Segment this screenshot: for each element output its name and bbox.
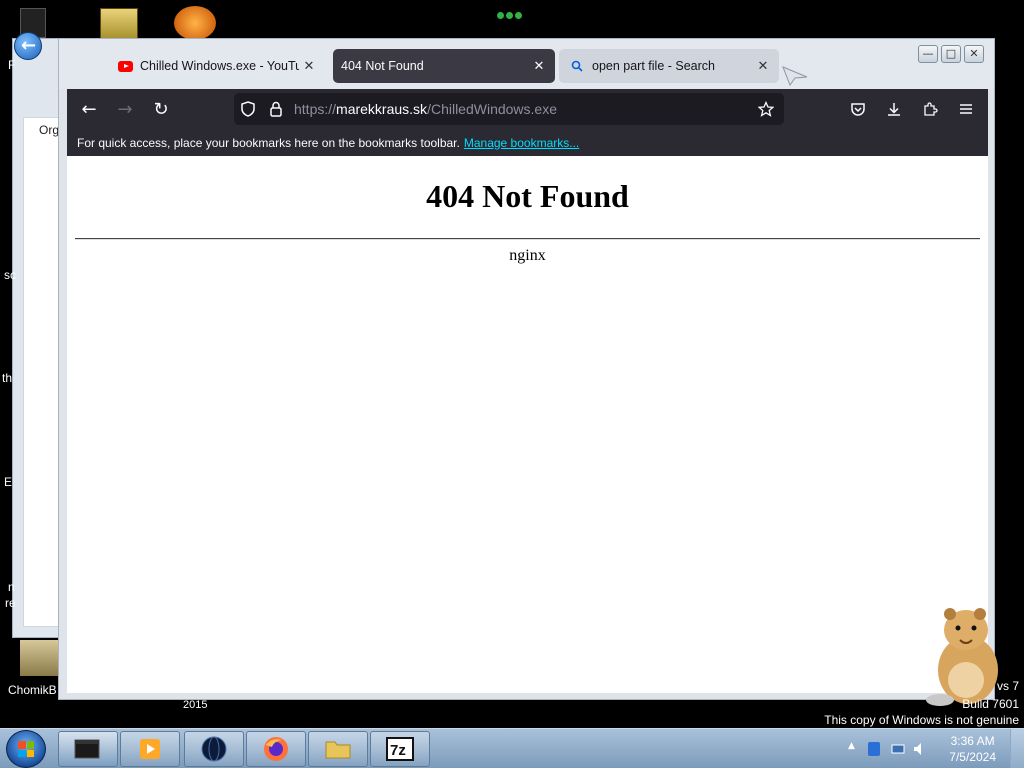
- shield-icon[interactable]: [234, 95, 262, 123]
- windows-logo-icon: [18, 741, 34, 757]
- firefox-icon: [264, 737, 288, 761]
- clock-time: 3:36 AM: [950, 734, 995, 748]
- svg-text:7z: 7z: [390, 742, 406, 759]
- bg-window-label: Org: [39, 123, 60, 137]
- firefox-window[interactable]: Chilled Windows.exe - YouTube ✕ 404 Not …: [58, 38, 995, 700]
- top-desktop-icon: [100, 8, 138, 40]
- system-tray: ▲ 3:36 AM 7/5/2024: [840, 729, 1024, 768]
- taskbar-app-media-player[interactable]: [120, 731, 180, 767]
- tab-search[interactable]: open part file - Search ✕: [559, 49, 779, 83]
- show-desktop-button[interactable]: [1010, 729, 1024, 768]
- back-button[interactable]: ←: [71, 93, 107, 125]
- network-icon[interactable]: [890, 741, 906, 757]
- desktop-icon-label[interactable]: ChomikB: [8, 683, 57, 697]
- url-text[interactable]: https://marekkraus.sk/ChilledWindows.exe: [294, 101, 752, 117]
- forward-button[interactable]: →: [107, 93, 143, 125]
- desktop-text-fragment: th: [2, 371, 13, 385]
- tray-app-icon[interactable]: [866, 741, 882, 757]
- desktop-text-fragment: E: [4, 475, 13, 489]
- taskbar-app-terminal[interactable]: [58, 731, 118, 767]
- url-path: /ChilledWindows.exe: [427, 101, 558, 117]
- folder-icon: [325, 741, 351, 759]
- toolbar-right-icons: [840, 93, 984, 125]
- extensions-icon[interactable]: [912, 93, 948, 125]
- minimize-button[interactable]: —: [918, 45, 938, 63]
- terminal-icon: [74, 739, 100, 759]
- bookmarks-toolbar: For quick access, place your bookmarks h…: [67, 129, 988, 156]
- desktop-year-label: 2015: [183, 699, 208, 711]
- menu-icon[interactable]: [948, 93, 984, 125]
- tab-title: 404 Not Found: [341, 59, 424, 73]
- watermark-line: vs 7: [996, 679, 1019, 693]
- tab-youtube[interactable]: Chilled Windows.exe - YouTube ✕: [107, 49, 325, 83]
- url-bar[interactable]: https://marekkraus.sk/ChilledWindows.exe: [234, 93, 784, 125]
- top-green-indicator: [497, 6, 527, 19]
- close-tab-icon[interactable]: ✕: [753, 59, 773, 74]
- media-player-icon: [140, 739, 160, 759]
- background-explorer-pane: [23, 117, 63, 627]
- divider: [75, 238, 980, 240]
- top-desktop-icon-2: [174, 6, 216, 40]
- start-button[interactable]: [6, 730, 46, 768]
- tab-strip: Chilled Windows.exe - YouTube ✕ 404 Not …: [59, 39, 994, 89]
- reload-button[interactable]: ↻: [143, 93, 179, 125]
- bookmarks-message: For quick access, place your bookmarks h…: [77, 135, 460, 150]
- desktop-text-fragment: n: [8, 580, 15, 594]
- url-prefix: https://: [294, 101, 337, 117]
- back-arrow-icon[interactable]: [14, 32, 42, 60]
- pocket-icon[interactable]: [840, 93, 876, 125]
- volume-icon[interactable]: [912, 741, 928, 757]
- desktop-text-fragment: re: [5, 596, 16, 610]
- lock-icon[interactable]: [262, 95, 290, 123]
- page-content: 404 Not Found nginx: [67, 156, 988, 693]
- manage-bookmarks-link[interactable]: Manage bookmarks...: [464, 136, 579, 150]
- desktop-shortcut-icon[interactable]: [20, 640, 58, 676]
- close-button[interactable]: ✕: [964, 45, 984, 63]
- search-icon: [569, 58, 585, 74]
- taskbar: 7z ▲ 3:36 AM 7/5/2024: [0, 728, 1024, 768]
- url-host: marekkraus.sk: [336, 101, 428, 117]
- youtube-icon: [117, 58, 133, 74]
- bookmark-star-icon[interactable]: [752, 95, 780, 123]
- clock-date: 7/5/2024: [949, 750, 996, 764]
- tab-404[interactable]: 404 Not Found ✕: [333, 49, 555, 83]
- page-heading: 404 Not Found: [426, 178, 629, 214]
- close-tab-icon[interactable]: ✕: [299, 59, 319, 74]
- taskbar-app-explorer[interactable]: [308, 731, 368, 767]
- close-tab-icon[interactable]: ✕: [529, 59, 549, 74]
- server-name: nginx: [509, 247, 546, 264]
- taskbar-app-7zip[interactable]: 7z: [370, 731, 430, 767]
- tab-title: open part file - Search: [592, 59, 715, 73]
- watermark-line: Build 7601: [962, 697, 1019, 711]
- maximize-button[interactable]: □: [941, 45, 961, 63]
- mouse-cursor-icon: [781, 65, 811, 92]
- taskbar-app-firefox[interactable]: [246, 731, 306, 767]
- tab-title: Chilled Windows.exe - YouTube: [140, 59, 299, 73]
- desktop-text-fragment: sc: [4, 268, 16, 282]
- navigation-toolbar: ← → ↻ https://marekkraus.sk/ChilledWindo…: [67, 89, 988, 129]
- seven-zip-icon: 7z: [386, 737, 414, 761]
- desktop-text-fragment: F: [8, 58, 16, 72]
- hamster-image: [920, 600, 1010, 710]
- watermark-line: This copy of Windows is not genuine: [824, 713, 1019, 727]
- show-hidden-icons-button[interactable]: ▲: [848, 741, 855, 751]
- downloads-icon[interactable]: [876, 93, 912, 125]
- clock[interactable]: 3:36 AM 7/5/2024: [949, 733, 996, 765]
- window-controls: — □ ✕: [918, 45, 984, 63]
- taskbar-app-globe[interactable]: [184, 731, 244, 767]
- globe-icon: [201, 736, 227, 762]
